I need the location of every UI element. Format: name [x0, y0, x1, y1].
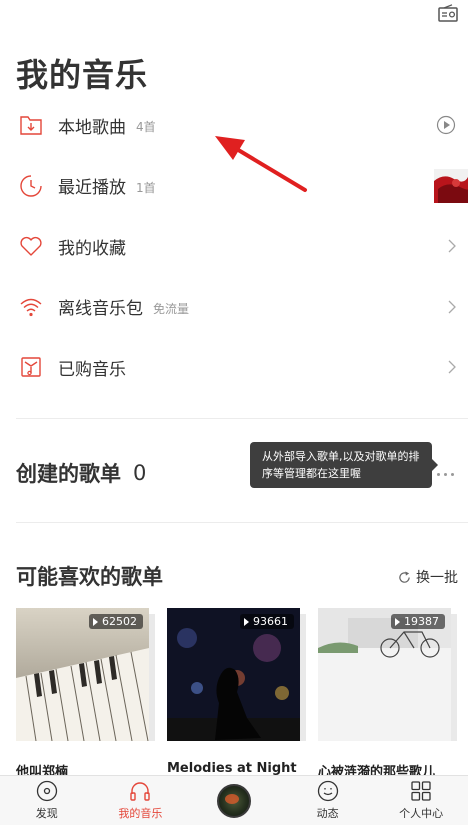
section-divider — [16, 522, 468, 523]
tab-label: 我的音乐 — [118, 807, 163, 820]
album-thumbnail[interactable] — [434, 168, 468, 203]
tab-label: 动态 — [316, 807, 339, 820]
tooltip-arrow — [432, 459, 438, 471]
play-count: 62502 — [102, 615, 137, 628]
more-dots-icon[interactable] — [437, 473, 454, 476]
chevron-right-icon — [448, 300, 456, 314]
menu-item-offline-pack[interactable]: 离线音乐包 免流量 — [0, 277, 468, 338]
bottom-tab-bar: 发现 我的音乐 动态 个人中心 — [0, 775, 468, 825]
playlist-card[interactable]: 93661 Melodies at Night — [167, 608, 306, 776]
card-stack-edge — [300, 614, 306, 741]
clock-icon — [18, 173, 44, 199]
now-playing-disc — [216, 783, 251, 818]
refresh-icon — [399, 570, 410, 583]
annotation-arrow — [215, 136, 307, 192]
grid-icon — [411, 781, 431, 801]
smiley-icon — [317, 780, 338, 802]
tab-label: 发现 — [35, 807, 58, 820]
radio-icon[interactable] — [438, 4, 458, 22]
recommended-cards: 62502 他叫郑楠 93661 Melodies at Night 19387… — [16, 608, 468, 780]
purchased-music-icon — [18, 354, 44, 380]
play-count: 19387 — [404, 615, 439, 628]
refresh-button[interactable]: 换一批 — [398, 567, 458, 587]
menu-label: 我的收藏 — [58, 238, 126, 259]
menu-item-favorites[interactable]: 我的收藏 — [0, 216, 468, 277]
card-stack-edge — [451, 614, 457, 741]
tab-my-music[interactable]: 我的音乐 — [94, 776, 188, 825]
menu-label: 本地歌曲 — [58, 117, 126, 138]
wifi-offline-icon — [18, 294, 44, 320]
top-bar — [0, 0, 468, 36]
free-data-tag: 免流量 — [153, 301, 190, 316]
play-count-badge: 19387 — [391, 614, 445, 629]
page-title: 我的音乐 — [16, 56, 149, 94]
heart-icon — [18, 233, 44, 259]
playlist-cover: 93661 — [167, 608, 300, 741]
play-triangle-icon — [395, 617, 400, 626]
created-playlists-count: 0 — [133, 461, 147, 485]
headphones-icon — [130, 782, 151, 801]
tab-activity[interactable]: 动态 — [281, 776, 375, 825]
playlist-name: Melodies at Night — [167, 761, 297, 776]
created-playlists-title: 创建的歌单 — [16, 462, 121, 486]
tab-discover[interactable]: 发现 — [0, 776, 94, 825]
chevron-right-icon — [448, 360, 456, 374]
tab-profile[interactable]: 个人中心 — [374, 776, 468, 825]
discover-icon — [36, 780, 57, 802]
menu-label: 离线音乐包 — [58, 299, 143, 320]
menu-label: 最近播放 — [58, 178, 126, 199]
playlist-cover: 19387 — [318, 608, 451, 741]
playlist-card[interactable]: 19387 心被涟漪的那些歌儿 — [318, 608, 457, 780]
refresh-label: 换一批 — [416, 570, 458, 586]
play-count-badge: 93661 — [240, 614, 294, 629]
hint-tooltip: 从外部导入歌单,以及对歌单的排序等管理都在这里喔 — [250, 442, 438, 488]
playlist-cover: 62502 — [16, 608, 149, 741]
play-count-badge: 62502 — [89, 614, 143, 629]
menu-item-purchased[interactable]: 已购音乐 — [0, 337, 468, 398]
menu-label: 已购音乐 — [58, 359, 126, 380]
tooltip-text: 从外部导入歌单,以及对歌单的排序等管理都在这里喔 — [262, 450, 420, 480]
section-divider — [16, 418, 468, 419]
folder-download-icon — [18, 112, 44, 138]
tab-now-playing[interactable] — [187, 776, 281, 825]
chevron-right-icon — [448, 239, 456, 253]
play-triangle-icon — [93, 617, 98, 626]
play-count: 93661 — [253, 615, 288, 628]
playlist-card[interactable]: 62502 他叫郑楠 — [16, 608, 155, 780]
card-stack-edge — [149, 614, 155, 741]
song-count: 4首 — [136, 120, 156, 135]
recommended-title: 可能喜欢的歌单 — [16, 565, 163, 589]
play-triangle-icon — [244, 617, 249, 626]
play-circle-icon[interactable] — [436, 115, 456, 135]
song-count: 1首 — [136, 180, 156, 195]
tab-label: 个人中心 — [399, 807, 444, 820]
